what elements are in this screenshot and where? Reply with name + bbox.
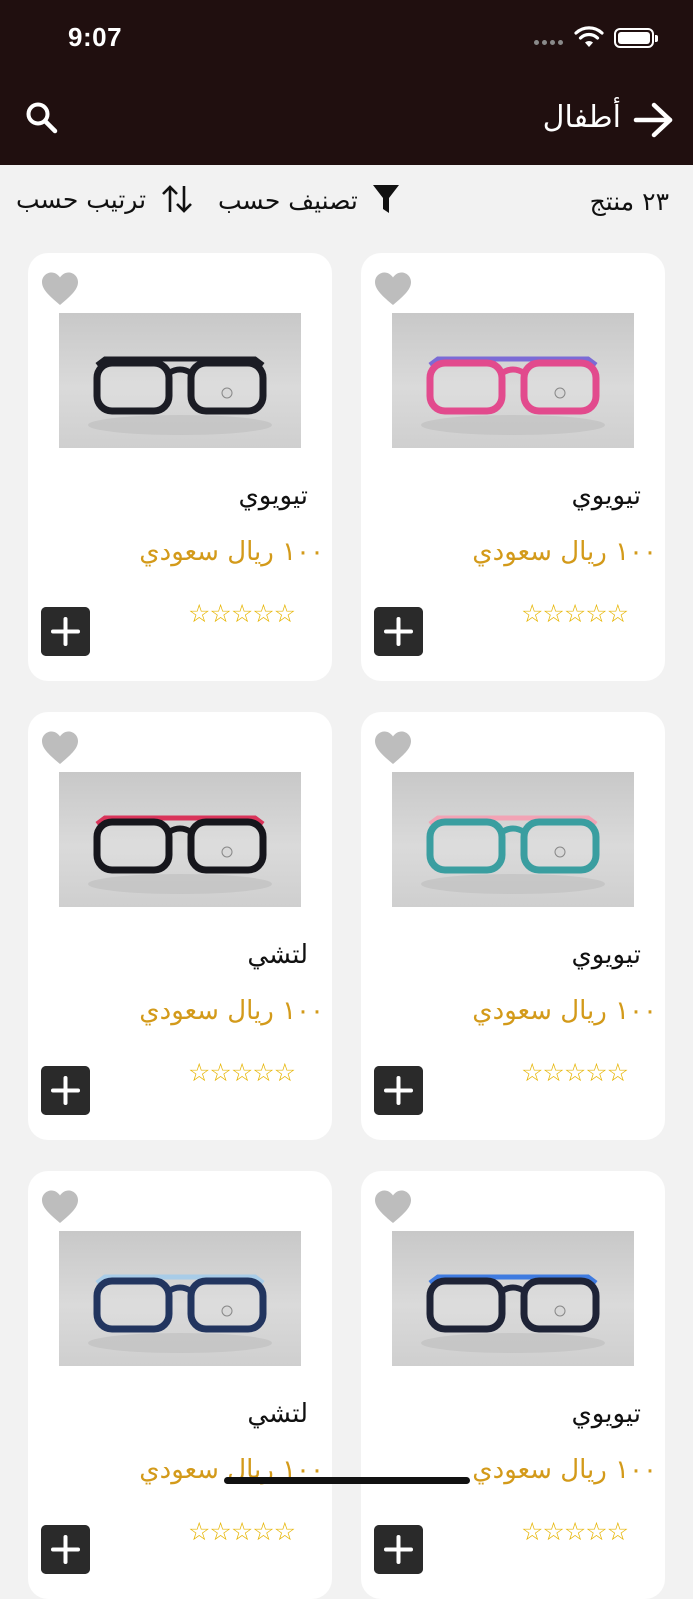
filter-bar: ٢٣ منتج تصنيف حسب ترتيب حسب [0,165,693,245]
product-price: ١٠٠ ريال سعودي [139,537,324,567]
product-card[interactable]: تيويوي ١٠٠ ريال سعودي ☆☆☆☆☆ [28,253,332,681]
product-card[interactable]: لتشي ١٠٠ ريال سعودي ☆☆☆☆☆ [28,712,332,1140]
product-name: تيويوي [238,481,308,511]
sort-label: ترتيب حسب [16,184,147,214]
heart-icon[interactable] [40,1189,80,1225]
filter-icon [372,185,399,213]
heart-icon[interactable] [40,271,80,307]
add-to-cart-button[interactable] [41,607,90,656]
heart-icon[interactable] [40,730,80,766]
product-count: ٢٣ منتج [589,187,669,216]
sort-arrows-icon [162,185,192,213]
rating-stars: ☆☆☆☆☆ [188,599,296,628]
heart-icon[interactable] [373,730,413,766]
top-bar: 9:07 أطفال [0,0,693,165]
product-name: تيويوي [571,1399,641,1429]
product-card[interactable]: لتشي ١٠٠ ريال سعودي ☆☆☆☆☆ [28,1171,332,1599]
classify-button[interactable]: تصنيف حسب [218,183,400,217]
heart-icon[interactable] [373,271,413,307]
product-card[interactable]: تيويوي ١٠٠ ريال سعودي ☆☆☆☆☆ [361,712,665,1140]
product-image[interactable] [392,772,634,907]
product-name: تيويوي [571,940,641,970]
product-image[interactable] [59,772,301,907]
product-price: ١٠٠ ريال سعودي [472,996,657,1026]
add-to-cart-button[interactable] [41,1066,90,1115]
classify-label: تصنيف حسب [218,185,358,215]
back-arrow-icon[interactable] [632,100,676,140]
product-card[interactable]: تيويوي ١٠٠ ريال سعودي ☆☆☆☆☆ [361,253,665,681]
add-to-cart-button[interactable] [41,1525,90,1574]
status-time: 9:07 [68,22,123,52]
heart-icon[interactable] [373,1189,413,1225]
product-name: لتشي [247,940,308,970]
product-image[interactable] [59,1231,301,1366]
rating-stars: ☆☆☆☆☆ [521,1058,629,1087]
cellular-signal-icon [534,40,563,45]
battery-icon [614,28,658,48]
product-image[interactable] [59,313,301,448]
search-icon[interactable] [24,100,60,136]
sort-button[interactable]: ترتيب حسب [16,183,194,215]
page-title: أطفال [542,100,621,135]
home-indicator [224,1477,470,1484]
product-image[interactable] [392,313,634,448]
rating-stars: ☆☆☆☆☆ [521,1517,629,1546]
rating-stars: ☆☆☆☆☆ [188,1058,296,1087]
wifi-icon [574,26,604,47]
add-to-cart-button[interactable] [374,1066,423,1115]
product-price: ١٠٠ ريال سعودي [472,1455,657,1485]
rating-stars: ☆☆☆☆☆ [521,599,629,628]
add-to-cart-button[interactable] [374,607,423,656]
product-price: ١٠٠ ريال سعودي [139,996,324,1026]
product-name: لتشي [247,1399,308,1429]
rating-stars: ☆☆☆☆☆ [188,1517,296,1546]
add-to-cart-button[interactable] [374,1525,423,1574]
product-image[interactable] [392,1231,634,1366]
product-name: تيويوي [571,481,641,511]
product-card[interactable]: تيويوي ١٠٠ ريال سعودي ☆☆☆☆☆ [361,1171,665,1599]
product-price: ١٠٠ ريال سعودي [472,537,657,567]
